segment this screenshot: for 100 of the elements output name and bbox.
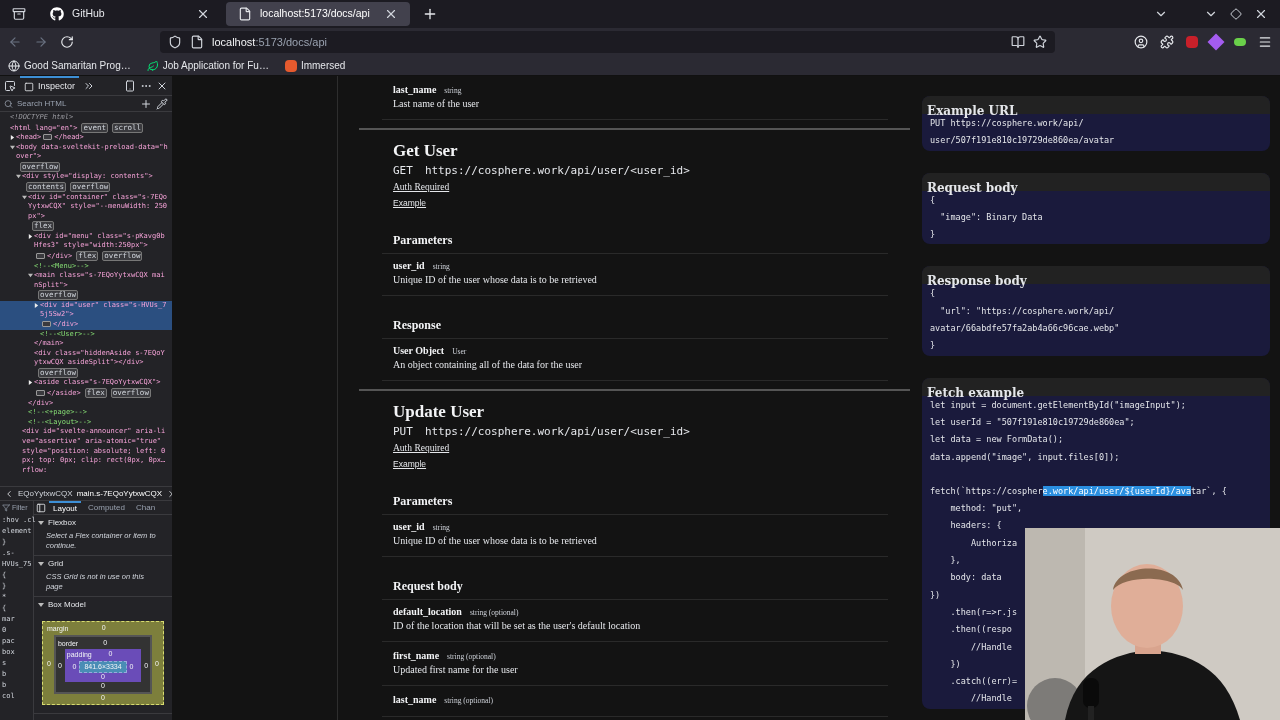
new-tab-icon[interactable] [422,6,438,22]
ellipsis-icon[interactable] [36,253,45,259]
ellipsis-icon[interactable] [36,390,45,397]
expanded-triangle-icon [38,602,44,608]
bookmark[interactable]: Job Application for Fu… [142,58,273,73]
browser-tab[interactable]: GitHub [38,2,222,26]
field-name: user_id [393,520,425,534]
close-icon[interactable] [384,7,398,21]
code-line: let userId = "507f191e810c19729de860ea"; [930,415,1136,429]
github-icon [50,7,64,21]
menu-icon[interactable] [1258,35,1272,49]
search-input[interactable]: Search HTML [17,97,136,110]
section-header[interactable]: Flexbox [34,515,172,531]
leaf-icon [146,59,159,72]
example-link[interactable]: Example [393,456,427,472]
panel-toggle-icon[interactable] [36,502,46,513]
field-description: Unique ID of the user whose data is to be retrieved [393,534,598,547]
bookmark-label: Immersed [300,59,346,73]
field-description: ID of the location that will be set as the user's default location [393,619,642,632]
maximize-icon[interactable] [1230,8,1242,20]
shield-icon [168,35,182,49]
bookmark[interactable]: Good Samaritan Prog… [4,58,135,73]
tab-title: localhost:5173/docs/api [260,6,371,22]
expanded-triangle-icon[interactable] [10,144,15,150]
field-name: User Object [393,344,445,358]
section-heading: Parameters [382,231,888,254]
code-line: //Handle [969,640,1013,654]
http-method: PUT [393,424,413,440]
inspector-tab[interactable]: Inspector [20,76,80,95]
extensions-icon[interactable] [1160,35,1174,49]
tab-title: GitHub [72,6,106,22]
collapsed-triangle-icon[interactable] [28,233,33,239]
address-bar[interactable]: localhost:5173/docs/api [160,31,1055,53]
app-icon [284,59,297,72]
field-description: An object containing all of the data for the user [393,358,584,371]
section-heading: Request body [382,577,888,600]
code-line: "image": Binary Data [939,210,1044,224]
field-name: last_name [393,83,437,97]
sidebar-tab[interactable]: Computed [84,501,129,514]
sidebar-tab[interactable]: Layout [49,501,82,514]
sidebar-tab[interactable]: Chan [131,501,160,514]
filter-icon [2,504,10,512]
code-line: { [930,288,937,301]
section-header[interactable]: Grid [34,556,172,572]
code-line: .then(r=>r.js [949,605,1018,619]
code-line: avatar/66abdfe57fa2ab4a66c96cae.webp" [930,322,1121,336]
globe-icon [8,59,20,72]
code-line: data.append("image", input.files[0]); [930,450,1121,464]
reader-view-icon[interactable] [1011,35,1025,49]
example-link[interactable]: Example [393,195,427,211]
search-icon [4,98,13,109]
breadcrumb[interactable]: EQoYytxwCQX [18,487,73,500]
add-node-icon[interactable] [140,97,152,110]
code-line: PUT https://cosphere.work/api/ [930,118,1085,130]
responsive-design-icon[interactable] [124,79,136,92]
close-icon[interactable] [196,7,210,21]
tab-overview-icon[interactable] [12,7,26,21]
eyedropper-icon[interactable] [156,97,168,110]
reload-icon[interactable] [60,35,74,49]
code-line: method: "put", [949,502,1024,516]
section-header[interactable]: Box Model [34,597,172,613]
expanded-triangle-icon[interactable] [28,273,33,279]
ellipsis-icon[interactable] [43,134,53,141]
code-line: body: data [949,571,1003,585]
browser-tab[interactable]: localhost:5173/docs/api [226,2,410,26]
expanded-triangle-icon[interactable] [22,194,27,200]
code-line: { [930,194,936,207]
code-line: let data = new FormData(); [930,433,1065,447]
code-line: let input = document.getElementById("imageInput"); [930,399,1187,412]
scroll-left-icon[interactable] [4,488,14,499]
bookmark[interactable]: Immersed [280,58,350,73]
collapsed-triangle-icon[interactable] [28,380,33,386]
auth-link[interactable]: Auth Required [393,441,450,456]
ellipsis-icon[interactable] [42,321,51,328]
section-heading: Parameters [382,492,888,515]
code-line: }, [949,554,962,568]
card-title: Response body [927,274,1027,289]
expanded-triangle-icon [38,520,44,526]
collapsed-triangle-icon[interactable] [10,135,15,141]
bookmark-star-icon[interactable] [1033,35,1047,49]
code-line: "url": "https://cosphere.work/api/ [939,304,1116,318]
auth-link[interactable]: Auth Required [393,180,450,195]
code-line: //Handle [969,692,1013,706]
breadcrumb[interactable]: main.s-7EQoYytxwCQX [76,487,163,500]
account-icon[interactable] [1134,35,1148,49]
collapsed-triangle-icon[interactable] [34,302,39,308]
extension-icon[interactable] [1234,38,1246,46]
code-line: headers: { [949,519,1003,533]
code-line: } [930,339,937,353]
expanded-triangle-icon[interactable] [16,174,21,180]
page-icon [238,7,252,21]
card-title: Fetch example [927,385,1025,400]
inspector-icon [24,81,34,92]
page-icon [190,35,204,49]
back-icon[interactable] [8,35,22,49]
field-name: default_location [393,605,462,619]
forward-icon[interactable] [34,35,48,49]
field-description: Updated first name for the user [393,663,519,676]
pick-element-icon[interactable] [4,79,16,92]
close-icon[interactable] [1254,7,1268,21]
